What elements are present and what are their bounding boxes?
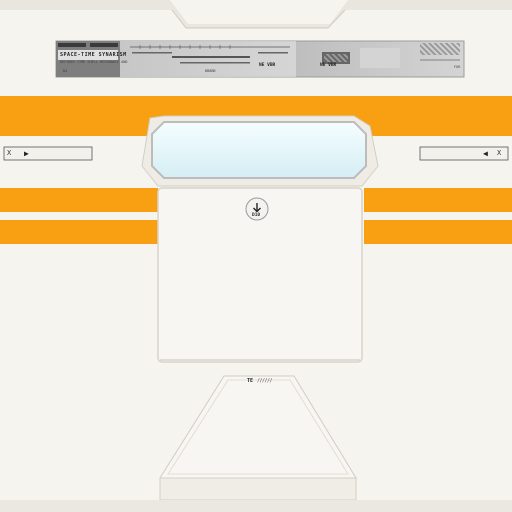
main-screen[interactable] <box>154 124 364 176</box>
left-port-close-icon[interactable]: X <box>7 150 11 157</box>
header-left-code: B4 <box>63 69 68 73</box>
ramp-label: TE <box>247 378 254 384</box>
left-port-arrow-icon[interactable]: ▶ <box>24 150 29 158</box>
orange-band-right-2 <box>364 220 512 244</box>
orange-band-left-1 <box>0 188 158 212</box>
orange-band-right-1 <box>364 188 512 212</box>
header-middle-code: BB8BB <box>205 69 216 73</box>
header-title: SPACE-TIME SYNARISM <box>60 52 127 58</box>
panel-artwork <box>0 0 512 512</box>
right-port-slot <box>419 146 509 161</box>
header-readout-a: NE VBR <box>259 63 276 68</box>
ramp-hatch: ////// <box>257 378 273 384</box>
header-corner-code: FUR <box>454 65 461 69</box>
header-readout-b: NE VBR <box>320 63 337 68</box>
right-port-arrow-icon[interactable]: ◀ <box>483 150 488 158</box>
header-plate <box>55 40 465 78</box>
right-port-close-icon[interactable]: X <box>497 150 501 157</box>
header-subtitle: DEFINED TIME SHELL RESONANCE AND <box>60 60 128 64</box>
sci-fi-panel: SPACE-TIME SYNARISM DEFINED TIME SHELL R… <box>0 0 512 512</box>
orange-band-left-2 <box>0 220 158 244</box>
ramp-base <box>159 477 357 501</box>
left-port-slot <box>3 146 93 161</box>
mode-label: D10 <box>252 213 261 218</box>
